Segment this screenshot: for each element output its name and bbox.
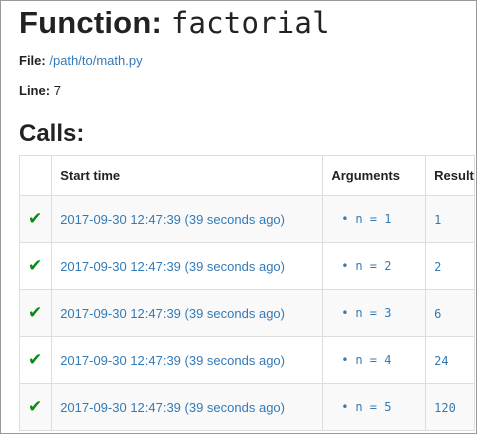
status-cell: ✔ (18, 383, 53, 431)
arguments-cell: n = 4 (322, 336, 427, 384)
argument-item: n = 2 (341, 259, 417, 273)
arguments-list: n = 2 (331, 259, 417, 273)
arguments-cell: n = 5 (322, 383, 427, 431)
column-header-arguments: Arguments (322, 155, 427, 196)
result-value: 2 (434, 259, 442, 274)
start-time-link[interactable]: 2017-09-30 12:47:39 (39 seconds ago) (60, 306, 285, 321)
start-time-cell: 2017-09-30 12:47:39 (39 seconds ago) (51, 383, 324, 431)
start-time-link[interactable]: 2017-09-30 12:47:39 (39 seconds ago) (60, 400, 285, 415)
table-row[interactable]: ✔ 2017-09-30 12:47:39 (39 seconds ago) n… (18, 195, 475, 243)
start-time-link[interactable]: 2017-09-30 12:47:39 (39 seconds ago) (60, 353, 285, 368)
result-cell: 24 (425, 336, 475, 384)
table-row[interactable]: ✔ 2017-09-30 12:47:39 (39 seconds ago) n… (18, 336, 475, 384)
line-value: 7 (53, 83, 61, 98)
start-time-link[interactable]: 2017-09-30 12:47:39 (39 seconds ago) (60, 259, 285, 274)
page-frame: Function: factorial File: /path/to/math.… (0, 0, 477, 434)
arguments-list: n = 5 (331, 400, 417, 414)
page-title: Function: factorial (19, 5, 330, 41)
check-icon: ✔ (28, 209, 43, 228)
column-header-status (18, 155, 53, 196)
table-row[interactable]: ✔ 2017-09-30 12:47:39 (39 seconds ago) n… (18, 242, 475, 290)
table-header-row: Start time Arguments Result (18, 155, 475, 196)
arguments-cell: n = 1 (322, 195, 427, 243)
arguments-list: n = 1 (331, 212, 417, 226)
result-value: 120 (434, 400, 456, 415)
check-icon: ✔ (28, 303, 43, 322)
status-cell: ✔ (18, 336, 53, 384)
status-cell: ✔ (18, 195, 53, 243)
calls-table: Start time Arguments Result ✔ 2017-09-30… (18, 155, 475, 431)
arguments-cell: n = 2 (322, 242, 427, 290)
result-cell: 2 (425, 242, 475, 290)
table-row[interactable]: ✔ 2017-09-30 12:47:39 (39 seconds ago) n… (18, 383, 475, 431)
result-cell: 1 (425, 195, 475, 243)
function-name: factorial (170, 6, 330, 40)
result-value: 6 (434, 306, 442, 321)
start-time-cell: 2017-09-30 12:47:39 (39 seconds ago) (51, 195, 324, 243)
file-label: File: (19, 53, 46, 68)
line-label: Line: (19, 83, 51, 98)
result-cell: 120 (425, 383, 475, 431)
arguments-list: n = 4 (331, 353, 417, 367)
column-header-start-time: Start time (51, 155, 324, 196)
result-value: 1 (434, 212, 442, 227)
calls-heading: Calls: (19, 120, 85, 147)
argument-item: n = 3 (341, 306, 417, 320)
result-value: 24 (434, 353, 449, 368)
title-prefix: Function: (19, 5, 162, 40)
start-time-link[interactable]: 2017-09-30 12:47:39 (39 seconds ago) (60, 212, 285, 227)
column-header-result: Result (425, 155, 475, 196)
arguments-cell: n = 3 (322, 289, 427, 337)
file-path-link[interactable]: /path/to/math.py (49, 53, 142, 68)
result-cell: 6 (425, 289, 475, 337)
argument-item: n = 4 (341, 353, 417, 367)
check-icon: ✔ (28, 350, 43, 369)
argument-item: n = 1 (341, 212, 417, 226)
table-row[interactable]: ✔ 2017-09-30 12:47:39 (39 seconds ago) n… (18, 289, 475, 337)
file-info: File: /path/to/math.py (19, 53, 143, 68)
argument-item: n = 5 (341, 400, 417, 414)
check-icon: ✔ (28, 397, 43, 416)
start-time-cell: 2017-09-30 12:47:39 (39 seconds ago) (51, 289, 324, 337)
check-icon: ✔ (28, 256, 43, 275)
status-cell: ✔ (18, 289, 53, 337)
arguments-list: n = 3 (331, 306, 417, 320)
start-time-cell: 2017-09-30 12:47:39 (39 seconds ago) (51, 242, 324, 290)
line-info: Line: 7 (19, 83, 61, 98)
status-cell: ✔ (18, 242, 53, 290)
start-time-cell: 2017-09-30 12:47:39 (39 seconds ago) (51, 336, 324, 384)
